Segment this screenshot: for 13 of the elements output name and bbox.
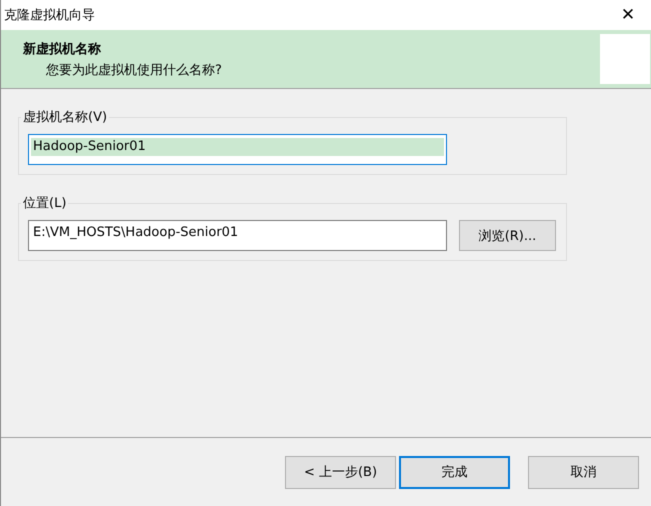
wizard-button[interactable]: < 上一步(B) [285, 456, 396, 488]
wizard-button[interactable]: 取消 [528, 456, 639, 488]
browse-button[interactable]: 浏览(R)... [459, 220, 556, 251]
page-heading: 新虚拟机名称 [23, 40, 102, 58]
close-button[interactable]: ✕ [605, 0, 651, 30]
window-title: 克隆虚拟机向导 [3, 7, 95, 24]
header-image [600, 34, 650, 84]
page-subtitle: 您要为此虚拟机使用什么名称? [45, 62, 222, 78]
group-label: 位置(L) [21, 194, 68, 212]
wizard-button[interactable]: 完成 [399, 456, 510, 488]
location-input-field[interactable]: E:\VM_HOSTS\Hadoop-Senior01 [28, 220, 447, 251]
group-label: 虚拟机名称(V) [21, 108, 110, 126]
name-input-field[interactable]: Hadoop-Senior01 [28, 134, 447, 165]
